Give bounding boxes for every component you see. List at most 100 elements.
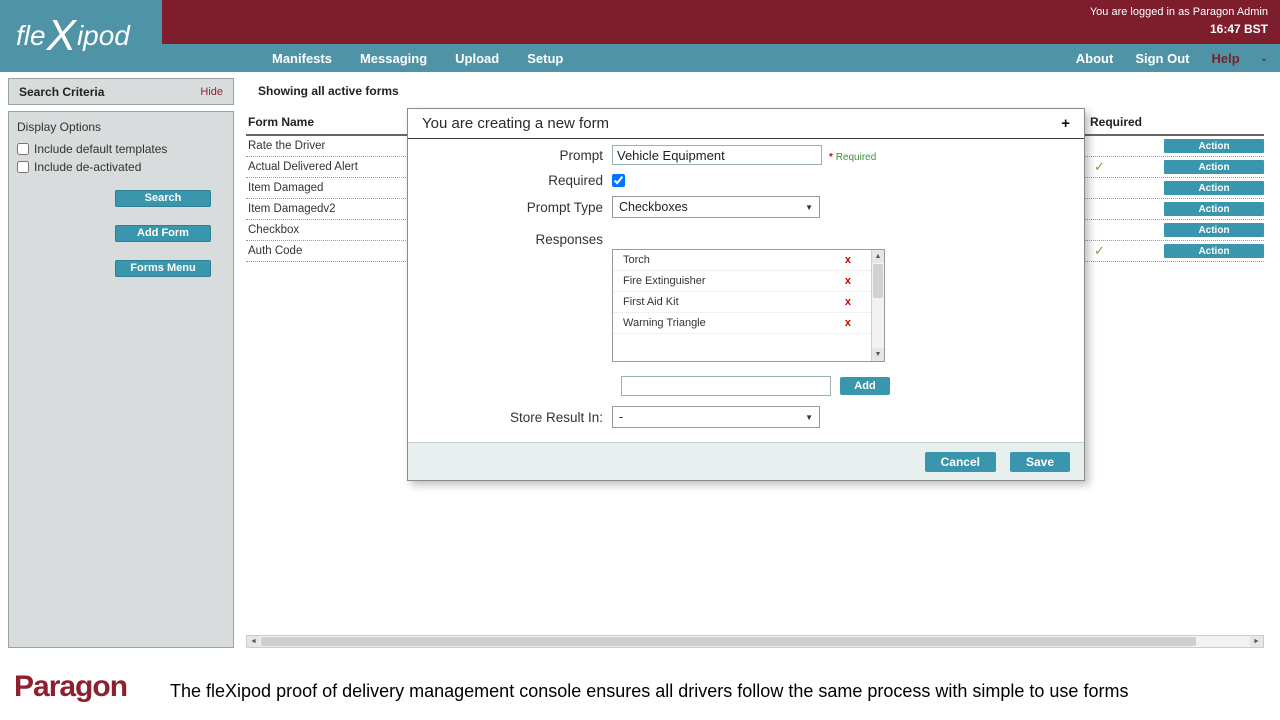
footer-tagline: The fleXipod proof of delivery managemen… — [170, 681, 1129, 701]
required-checkbox[interactable] — [612, 174, 625, 187]
page-heading: Showing all active forms — [258, 84, 399, 98]
main-nav: Manifests Messaging Upload Setup — [272, 44, 563, 72]
include-default-templates-checkbox[interactable] — [17, 143, 29, 155]
header-nav-band: Manifests Messaging Upload Setup About S… — [0, 44, 1280, 72]
flexipod-logo[interactable]: fle X ipod — [0, 0, 162, 72]
responses-listbox: Torch x Fire Extinguisher x First Aid Ki… — [612, 249, 885, 362]
add-form-button[interactable]: Add Form — [115, 225, 211, 242]
action-button[interactable]: Action — [1164, 160, 1264, 174]
required-asterisk: * — [829, 151, 833, 163]
prompt-input[interactable] — [612, 145, 822, 165]
add-response-button[interactable]: Add — [840, 377, 890, 395]
responses-row: Responses Torch x Fire Extinguisher x Fi… — [408, 232, 1084, 362]
paragon-logo: Paragon — [14, 670, 128, 703]
nav-setup[interactable]: Setup — [527, 51, 563, 66]
nav-upload[interactable]: Upload — [455, 51, 499, 66]
status-lines: You are logged in as Paragon Admin 16:47… — [1090, 6, 1268, 36]
include-default-templates-row: Include default templates — [17, 142, 225, 156]
nav-sign-out[interactable]: Sign Out — [1135, 51, 1189, 66]
remove-response-button[interactable]: x — [845, 296, 851, 308]
response-item: Torch x — [613, 250, 871, 271]
form-name-cell: Actual Delivered Alert — [248, 161, 358, 173]
search-criteria-title: Search Criteria — [19, 84, 105, 99]
horizontal-scrollbar[interactable]: ◄ ► — [246, 635, 1264, 648]
nav-about[interactable]: About — [1076, 51, 1114, 66]
scrollbar-thumb[interactable] — [873, 264, 883, 298]
response-text: First Aid Kit — [623, 296, 679, 308]
prompt-type-select[interactable]: Checkboxes ▼ — [612, 196, 820, 218]
store-result-row: Store Result In: - ▼ — [408, 406, 1084, 428]
remove-response-button[interactable]: x — [845, 275, 851, 287]
forms-menu-button[interactable]: Forms Menu — [115, 260, 211, 277]
search-button[interactable]: Search — [115, 190, 211, 207]
form-name-cell: Item Damaged — [248, 182, 324, 194]
required-column-header: Required — [1090, 115, 1143, 129]
store-result-label: Store Result In: — [509, 409, 603, 425]
scroll-up-icon[interactable]: ▲ — [872, 250, 884, 263]
action-button[interactable]: Action — [1164, 139, 1264, 153]
prompt-type-label: Prompt Type — [526, 199, 603, 215]
top-status-bar: You are logged in as Paragon Admin 16:47… — [0, 0, 1280, 44]
add-response-row: Add — [408, 376, 1084, 396]
search-criteria-panel-header: Search Criteria Hide — [8, 78, 234, 105]
hide-link[interactable]: Hide — [200, 86, 223, 98]
prompt-type-row: Prompt Type Checkboxes ▼ — [408, 196, 1084, 218]
action-button[interactable]: Action — [1164, 181, 1264, 195]
required-checkmark: ✓ — [1094, 243, 1105, 258]
form-name-column-header: Form Name — [248, 115, 315, 129]
form-name-cell: Auth Code — [248, 245, 303, 257]
nav-manifests[interactable]: Manifests — [272, 51, 332, 66]
include-deactivated-checkbox[interactable] — [17, 161, 29, 173]
checkbox-label: Include de-activated — [34, 160, 142, 174]
nav-help[interactable]: Help — [1211, 51, 1239, 66]
modal-title-bar: You are creating a new form + — [408, 109, 1084, 139]
modal-body: Prompt * Required Required Prompt Type C… — [408, 139, 1084, 428]
clock: 16:47 BST — [1209, 22, 1268, 36]
display-options-label: Display Options — [17, 120, 102, 134]
remove-response-button[interactable]: x — [845, 317, 851, 329]
response-item: Fire Extinguisher x — [613, 271, 871, 292]
form-name-cell: Item Damagedv2 — [248, 203, 336, 215]
application-window: You are logged in as Paragon Admin 16:47… — [0, 0, 1280, 720]
required-hint: * Required — [829, 148, 876, 163]
listbox-scrollbar[interactable]: ▲ ▼ — [871, 250, 884, 361]
modal-collapse-button[interactable]: + — [1061, 115, 1070, 132]
action-button[interactable]: Action — [1164, 202, 1264, 216]
chevron-down-icon: ▼ — [805, 202, 813, 212]
modal-title: You are creating a new form — [422, 115, 610, 132]
create-form-modal: You are creating a new form + Prompt * R… — [407, 108, 1085, 481]
new-response-input[interactable] — [621, 376, 831, 396]
scroll-down-icon[interactable]: ▼ — [872, 348, 884, 361]
action-button[interactable]: Action — [1164, 223, 1264, 237]
checkbox-label: Include default templates — [34, 142, 168, 156]
search-criteria-panel: Display Options Include default template… — [8, 111, 234, 648]
logged-in-status: You are logged in as Paragon Admin — [1089, 6, 1268, 18]
logo-text: X — [46, 11, 76, 60]
response-text: Fire Extinguisher — [623, 275, 706, 287]
store-result-select[interactable]: - ▼ — [612, 406, 820, 428]
response-item: First Aid Kit x — [613, 292, 871, 313]
action-button[interactable]: Action — [1164, 244, 1264, 258]
response-text: Warning Triangle — [623, 317, 706, 329]
page-footer: Paragon The fleXipod proof of delivery m… — [0, 650, 1280, 720]
responses-label: Responses — [535, 232, 603, 247]
required-checkmark: ✓ — [1094, 159, 1105, 174]
scroll-right-icon[interactable]: ► — [1250, 636, 1263, 647]
responses-list: Torch x Fire Extinguisher x First Aid Ki… — [613, 250, 871, 361]
form-name-cell: Checkbox — [248, 224, 300, 236]
header-collapse-toggle[interactable]: - — [1262, 51, 1266, 66]
remove-response-button[interactable]: x — [845, 254, 851, 266]
prompt-label: Prompt — [559, 147, 603, 163]
logo-text: fle — [16, 20, 46, 51]
store-result-value: - — [619, 410, 624, 424]
required-hint-text: Required — [835, 151, 877, 163]
scrollbar-thumb[interactable] — [261, 637, 1196, 646]
scroll-left-icon[interactable]: ◄ — [247, 636, 260, 647]
response-item: Warning Triangle x — [613, 313, 871, 334]
required-row: Required — [408, 173, 1084, 188]
nav-messaging[interactable]: Messaging — [360, 51, 427, 66]
logo-text: ipod — [76, 20, 130, 51]
cancel-button[interactable]: Cancel — [924, 451, 996, 472]
prompt-type-value: Checkboxes — [619, 200, 688, 214]
save-button[interactable]: Save — [1009, 451, 1070, 472]
